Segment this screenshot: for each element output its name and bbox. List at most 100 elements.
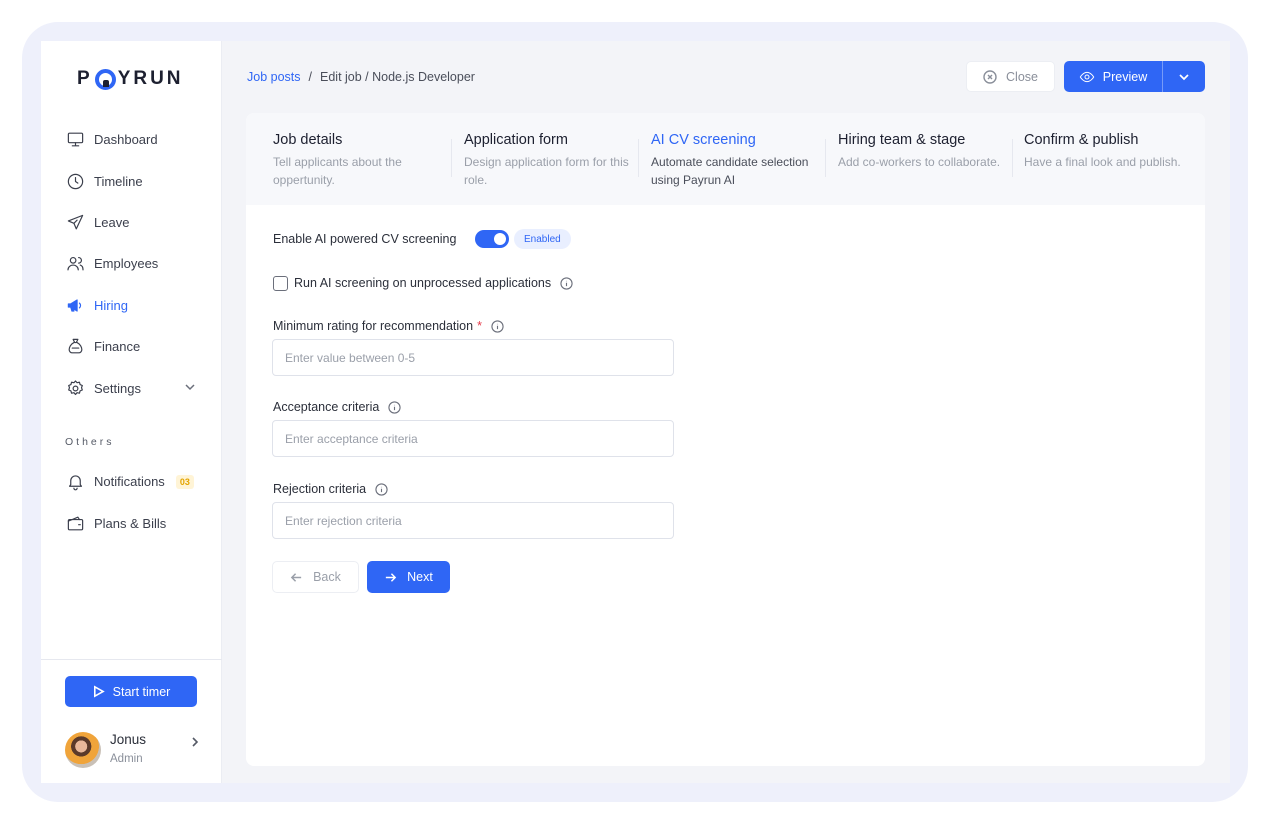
breadcrumb-current: Edit job / Node.js Developer [320,70,475,84]
user-role: Admin [110,753,143,765]
step-description: Add co-workers to collaborate. [838,155,1001,169]
acceptance-criteria-input[interactable] [272,420,674,457]
acceptance-criteria-label: Acceptance criteria [273,400,380,414]
sidebar-item-settings[interactable]: Settings [41,367,222,408]
sidebar-item-notifications[interactable]: Notifications 03 [41,461,222,502]
info-icon[interactable] [375,482,388,496]
step-application-form[interactable]: Application form Design application form… [464,132,636,189]
sidebar-item-finance[interactable]: Finance [41,326,222,367]
sidebar-item-leave[interactable]: Leave [41,202,222,243]
required-marker: * [477,319,482,333]
payrun-logo[interactable]: P YRUN [77,65,184,93]
rejection-criteria-row: Rejection criteria [273,482,388,496]
breadcrumb-job-posts-link[interactable]: Job posts [247,70,301,84]
step-description: Have a final look and publish. [1024,155,1181,169]
sidebar-item-timeline[interactable]: Timeline [41,160,222,201]
sidebar-item-plans-bills[interactable]: Plans & Bills [41,502,222,543]
close-label: Close [1006,69,1038,84]
step-title: Job details [273,132,343,148]
step-ai-cv-screening[interactable]: AI CV screening Automate candidate selec… [651,132,823,189]
step-divider [638,139,639,177]
step-title: Confirm & publish [1024,132,1139,148]
preview-dropdown-button[interactable] [1163,61,1205,92]
sidebar-item-label: Employees [94,256,159,272]
back-label: Back [313,570,341,584]
step-title: Application form [464,132,568,148]
next-label: Next [407,570,433,584]
step-confirm-publish[interactable]: Confirm & publish Have a final look and … [1024,132,1196,171]
sidebar-others-nav: Notifications 03 Plans & Bills [41,461,222,544]
step-description: Tell applicants about the oppertunity. [273,155,402,187]
run-unprocessed-label[interactable]: Run AI screening on unprocessed applicat… [294,276,551,290]
close-circle-icon [983,69,997,84]
breadcrumb-separator: / [308,70,312,84]
sidebar-divider [41,659,222,660]
step-divider [451,139,452,177]
start-timer-button[interactable]: Start timer [65,676,197,707]
sidebar-item-label: Timeline [94,173,143,189]
back-button[interactable]: Back [272,561,359,593]
enable-ai-screening-toggle[interactable] [475,230,509,248]
others-section-label: Others [65,436,115,448]
gear-icon [65,378,85,398]
sidebar-item-dashboard[interactable]: Dashboard [41,119,222,160]
breadcrumb: Job posts / Edit job / Node.js Developer [247,70,475,84]
user-profile[interactable]: Jonus Admin [65,731,201,771]
play-icon [93,685,105,698]
sidebar-item-label: Finance [94,339,141,355]
app-window: P YRUN Dashboard Timeline Leave Employees… [41,41,1230,783]
money-bag-icon [65,337,85,357]
logo-ring-icon [94,68,116,90]
wallet-icon [65,513,85,533]
enable-ai-screening-label: Enable AI powered CV screening [273,232,457,246]
chevron-down-icon [1179,73,1189,80]
sidebar-item-label: Settings [94,380,141,396]
bell-icon [65,472,85,492]
megaphone-icon [65,295,85,315]
acceptance-criteria-row: Acceptance criteria [273,400,401,414]
arrow-left-icon [290,572,302,582]
monitor-icon [65,130,85,150]
next-button[interactable]: Next [367,561,450,593]
plane-icon [65,212,85,232]
info-icon[interactable] [491,319,504,333]
step-divider [1012,139,1013,177]
step-job-details[interactable]: Job details Tell applicants about the op… [273,132,445,189]
users-icon [65,254,85,274]
start-timer-label: Start timer [112,684,171,699]
rejection-criteria-label: Rejection criteria [273,482,367,496]
chevron-right-icon[interactable] [189,735,201,747]
info-icon[interactable] [560,276,573,290]
step-title: AI CV screening [651,132,756,148]
sidebar-item-label: Plans & Bills [94,515,167,531]
preview-split-button: Preview [1064,61,1205,92]
step-description: Automate candidate selection using Payru… [651,155,809,187]
arrow-right-icon [385,572,397,582]
step-hiring-team-stage[interactable]: Hiring team & stage Add co-workers to co… [838,132,1010,171]
enabled-status-badge: Enabled [514,229,571,249]
run-unprocessed-checkbox[interactable] [273,276,288,291]
step-title: Hiring team & stage [838,132,966,148]
user-name: Jonus [110,732,147,747]
close-button[interactable]: Close [966,61,1055,92]
sidebar-item-hiring[interactable]: Hiring [41,285,222,326]
step-divider [825,139,826,177]
min-rating-input[interactable] [272,339,674,376]
preview-button[interactable]: Preview [1064,61,1162,92]
sidebar: P YRUN Dashboard Timeline Leave Employees… [41,41,222,783]
chevron-down-icon[interactable] [184,381,196,393]
eye-icon [1079,71,1095,82]
rejection-criteria-input[interactable] [272,502,674,539]
sidebar-item-label: Dashboard [94,132,158,148]
info-icon[interactable] [388,400,401,414]
clock-icon [65,171,85,191]
sidebar-item-label: Notifications [94,474,165,490]
avatar [65,732,101,768]
sidebar-item-employees[interactable]: Employees [41,243,222,284]
sidebar-item-label: Hiring [94,297,128,313]
min-rating-label: Minimum rating for recommendation [273,319,474,333]
notification-count-badge: 03 [175,474,194,489]
run-unprocessed-row: Run AI screening on unprocessed applicat… [294,276,573,290]
sidebar-nav: Dashboard Timeline Leave Employees Hirin… [41,119,222,409]
step-description: Design application form for this role. [464,155,629,187]
